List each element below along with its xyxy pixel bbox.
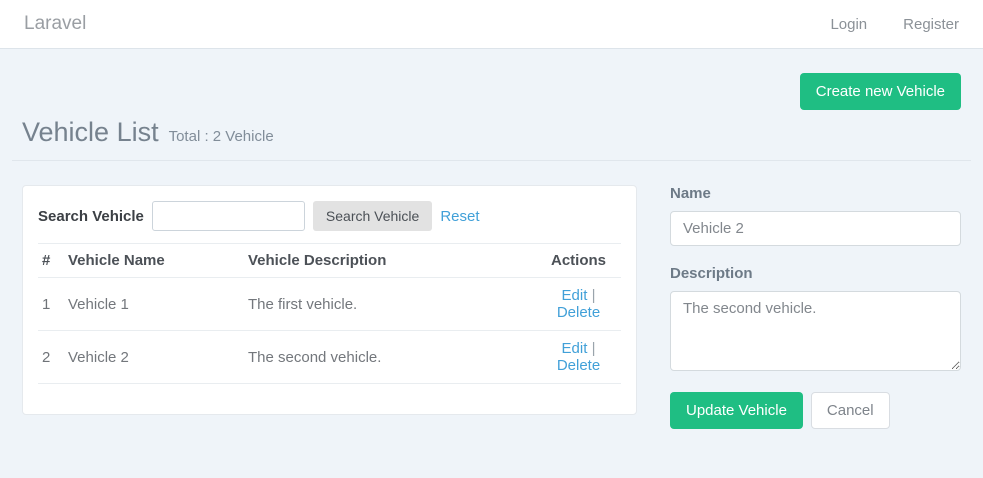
- nav-links: Login Register: [830, 16, 959, 33]
- cancel-button[interactable]: Cancel: [811, 392, 890, 429]
- search-input[interactable]: [152, 201, 305, 231]
- description-textarea[interactable]: The second vehicle.: [670, 291, 961, 371]
- name-label: Name: [670, 185, 961, 202]
- name-field-group: Name: [670, 185, 961, 246]
- action-separator: |: [592, 340, 596, 357]
- vehicle-description-cell: The second vehicle.: [244, 331, 536, 384]
- top-actions: Create new Vehicle: [22, 73, 961, 110]
- actions-cell: Edit | Delete: [536, 331, 621, 384]
- delete-link[interactable]: Delete: [557, 304, 600, 321]
- row-number: 2: [38, 331, 64, 384]
- columns: Search Vehicle Search Vehicle Reset # Ve…: [22, 185, 961, 429]
- vehicle-table: # Vehicle Name Vehicle Description Actio…: [38, 243, 621, 384]
- navbar: Laravel Login Register: [0, 0, 983, 49]
- form-buttons: Update Vehicle Cancel: [670, 392, 961, 429]
- edit-link[interactable]: Edit: [562, 340, 588, 357]
- reset-link[interactable]: Reset: [440, 208, 479, 225]
- vehicle-name-cell: Vehicle 1: [64, 278, 244, 331]
- table-header: # Vehicle Name Vehicle Description Actio…: [38, 244, 621, 278]
- search-button[interactable]: Search Vehicle: [313, 201, 432, 231]
- column-header-actions: Actions: [536, 244, 621, 278]
- brand-link[interactable]: Laravel: [24, 13, 86, 35]
- column-header-name: Vehicle Name: [64, 244, 244, 278]
- table-row: 1 Vehicle 1 The first vehicle. Edit | De…: [38, 278, 621, 331]
- description-field-group: Description The second vehicle.: [670, 265, 961, 376]
- description-label: Description: [670, 265, 961, 282]
- divider: [12, 160, 971, 161]
- vehicle-description-cell: The first vehicle.: [244, 278, 536, 331]
- main-content: Create new Vehicle Vehicle List Total : …: [0, 73, 983, 429]
- edit-link[interactable]: Edit: [562, 287, 588, 304]
- column-header-description: Vehicle Description: [244, 244, 536, 278]
- search-label: Search Vehicle: [38, 208, 144, 225]
- delete-link[interactable]: Delete: [557, 357, 600, 374]
- edit-vehicle-form: Name Description The second vehicle. Upd…: [670, 185, 961, 429]
- search-form: Search Vehicle Search Vehicle Reset: [38, 197, 621, 243]
- total-count: Total : 2 Vehicle: [169, 128, 274, 145]
- register-link[interactable]: Register: [903, 16, 959, 33]
- page-head: Vehicle List Total : 2 Vehicle: [22, 117, 961, 148]
- action-separator: |: [592, 287, 596, 304]
- vehicle-name-cell: Vehicle 2: [64, 331, 244, 384]
- name-input[interactable]: [670, 211, 961, 246]
- create-vehicle-button[interactable]: Create new Vehicle: [800, 73, 961, 110]
- update-vehicle-button[interactable]: Update Vehicle: [670, 392, 803, 429]
- vehicle-list-card: Search Vehicle Search Vehicle Reset # Ve…: [22, 185, 637, 415]
- row-number: 1: [38, 278, 64, 331]
- login-link[interactable]: Login: [830, 16, 867, 33]
- page-title: Vehicle List: [22, 117, 159, 148]
- column-header-number: #: [38, 244, 64, 278]
- actions-cell: Edit | Delete: [536, 278, 621, 331]
- table-row: 2 Vehicle 2 The second vehicle. Edit | D…: [38, 331, 621, 384]
